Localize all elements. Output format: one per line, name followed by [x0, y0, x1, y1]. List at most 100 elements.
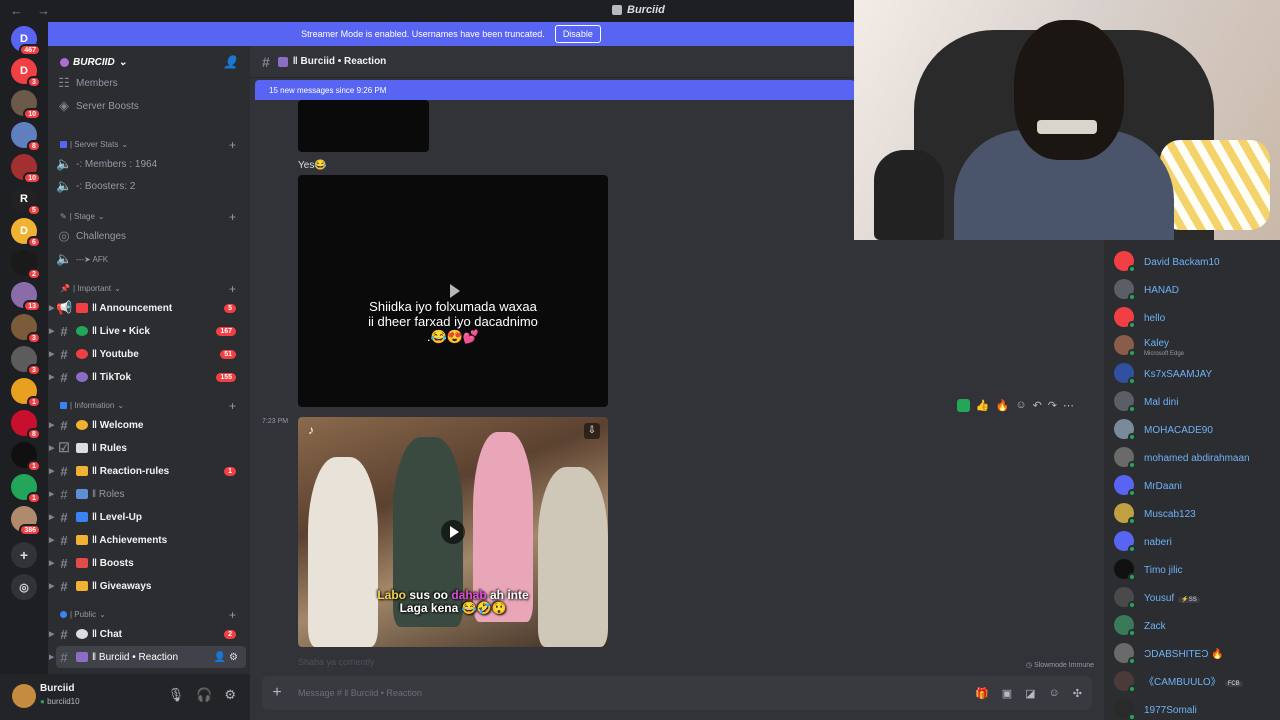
server-icon[interactable]: 8	[11, 122, 41, 152]
message-actions: 👍 🔥 ☺ ↶ ↷ ⋯	[956, 399, 1074, 412]
channel-tiktok[interactable]: ▶ # ‖ TikTok 155	[49, 366, 246, 388]
server-icon[interactable]: 1	[11, 442, 41, 472]
channel-members-count[interactable]: 🔈 -: Members : 1964	[56, 153, 246, 175]
attach-plus-icon[interactable]: +	[262, 684, 292, 702]
server-icon[interactable]: 13	[11, 282, 41, 312]
settings-gear-icon[interactable]: ⚙	[224, 687, 236, 703]
gif-icon[interactable]: ▣	[1002, 687, 1012, 700]
server-icon[interactable]: R5	[11, 186, 41, 216]
channel-level-up[interactable]: ▶ # ‖ Level-Up	[49, 506, 246, 528]
server-icon[interactable]: 1	[11, 474, 41, 504]
server-icon[interactable]: D 467	[11, 26, 41, 56]
members-item[interactable]: ☷ Members	[56, 72, 246, 94]
discover-icon[interactable]: ◎	[11, 574, 37, 600]
add-server-icon[interactable]: +	[11, 542, 37, 568]
headphones-icon[interactable]: 🎧	[196, 687, 212, 703]
channel-boosters[interactable]: 🔈 -: Boosters: 2	[56, 175, 246, 197]
member-item[interactable]: Zack	[1114, 614, 1278, 637]
thumbs-up-icon[interactable]: 👍	[976, 399, 990, 412]
add-member-icon[interactable]: 👤	[223, 55, 238, 69]
category-public[interactable]: | Public ⌄ +	[60, 608, 246, 622]
channel-welcome[interactable]: ▶ # ‖ Welcome	[49, 414, 246, 436]
channel-roles[interactable]: ▶ # ‖ Roles	[49, 483, 246, 505]
channel-reaction-rules[interactable]: ▶ # ‖ Reaction-rules 1	[49, 460, 246, 482]
fire-icon[interactable]: 🔥	[996, 399, 1010, 412]
member-item[interactable]: Yousuf ⚡SS	[1114, 586, 1278, 609]
message-input[interactable]: Message # ‖ Burciid • Reaction	[298, 688, 422, 698]
server-icon[interactable]: 386	[11, 506, 41, 536]
channel-announcement[interactable]: ▶ 📢 ‖ Announcement 5	[49, 297, 246, 319]
channel-live-kick[interactable]: ▶ # ‖ Live • Kick 167	[49, 320, 246, 342]
sticker-icon[interactable]: ◪	[1025, 687, 1035, 700]
member-item[interactable]: mohamed abdirahmaan	[1114, 446, 1278, 469]
avatar	[1114, 587, 1136, 609]
category-information[interactable]: | Information ⌄ +	[60, 399, 246, 413]
channel-giveaways[interactable]: ▶ # ‖ Giveaways	[49, 575, 246, 597]
channel-burciid-reaction[interactable]: ▶ # ‖ Burciid • Reaction 👤 ⚙	[49, 646, 246, 668]
disable-button[interactable]: Disable	[554, 25, 601, 43]
forward-arrow-icon[interactable]: →	[37, 3, 50, 18]
channel-youtube[interactable]: ▶ # ‖ Youtube 51	[49, 343, 246, 365]
member-item[interactable]: ƆDABSHITEƆ 🔥	[1114, 642, 1278, 665]
apps-icon[interactable]: ✣	[1073, 687, 1082, 700]
member-item[interactable]: MrDaani	[1114, 474, 1278, 497]
add-channel-icon[interactable]: +	[229, 608, 236, 622]
avatar[interactable]	[12, 684, 36, 708]
channel-boosts[interactable]: ▶ # ‖ Boosts	[49, 552, 246, 574]
member-item[interactable]: hello	[1114, 306, 1278, 329]
new-messages-bar[interactable]: 15 new messages since 9:26 PM	[255, 80, 855, 100]
member-item[interactable]: 《CAMBUULO》 FCB	[1114, 670, 1278, 693]
play-icon[interactable]	[450, 284, 460, 298]
add-channel-icon[interactable]: +	[229, 138, 236, 152]
server-icon[interactable]: 10	[11, 90, 41, 120]
member-item[interactable]: Muscab123	[1114, 502, 1278, 525]
add-channel-icon[interactable]: +	[229, 210, 236, 224]
gift-icon[interactable]: 🎁	[975, 687, 989, 700]
member-item[interactable]: naberi	[1114, 530, 1278, 553]
server-icon[interactable]: 3	[11, 346, 41, 376]
channel-challenges[interactable]: ◎ Challenges	[56, 225, 246, 247]
member-item[interactable]: Mal dini	[1114, 390, 1278, 413]
member-text: HANAD	[1144, 280, 1179, 298]
add-reaction-icon[interactable]: ☺	[1015, 399, 1026, 412]
more-icon[interactable]: ⋯	[1063, 399, 1074, 412]
member-item[interactable]: HANAD	[1114, 278, 1278, 301]
back-arrow-icon[interactable]: ←	[10, 3, 23, 18]
member-item[interactable]: Kaley Microsoft Edge	[1114, 334, 1278, 357]
online-status-icon	[1128, 377, 1136, 385]
channel-settings-icons[interactable]: 👤 ⚙	[214, 652, 238, 663]
channel-chat[interactable]: ▶ # ‖ Chat 2	[49, 623, 246, 645]
add-channel-icon[interactable]: +	[229, 282, 236, 296]
channel-afk[interactable]: 🔈 ---➤ AFK	[56, 248, 246, 270]
member-item[interactable]: Timo jilic	[1114, 558, 1278, 581]
server-icon[interactable]: 2	[11, 250, 41, 280]
reply-icon[interactable]: ↶	[1033, 399, 1042, 412]
category-stage[interactable]: ✎ | Stage ⌄ +	[60, 210, 246, 224]
member-item[interactable]: 1977Somali	[1114, 698, 1278, 720]
channel-achievements[interactable]: ▶ # ‖ Achievements	[49, 529, 246, 551]
forward-icon[interactable]: ↷	[1048, 399, 1057, 412]
server-icon[interactable]: D6	[11, 218, 41, 248]
category-important[interactable]: 📌 | Important ⌄ +	[60, 282, 246, 296]
server-icon[interactable]: 3	[11, 314, 41, 344]
media-attachment[interactable]	[298, 100, 429, 152]
emoji-icon[interactable]: ☺	[1049, 687, 1060, 700]
play-button[interactable]	[441, 520, 465, 544]
server-icon[interactable]: 10	[11, 154, 41, 184]
download-icon[interactable]: ⇩	[584, 423, 600, 439]
check-reaction-icon[interactable]	[956, 399, 970, 412]
microphone-icon[interactable]: 🎙	[168, 687, 185, 703]
category-server-stats[interactable]: | Server Stats ⌄ +	[60, 138, 246, 152]
video-attachment-2[interactable]: ♪ ⇩ Labo sus oo dahab ah inte Laga kena …	[298, 417, 608, 647]
server-icon[interactable]: 8	[11, 410, 41, 440]
server-icon[interactable]: D3	[11, 58, 41, 88]
video-attachment-1[interactable]: Shiidka iyo folxumada waxaa ii dheer far…	[298, 175, 608, 407]
channel-rules[interactable]: ▶ ☑ ‖ Rules	[49, 437, 246, 459]
server-boosts-item[interactable]: ◈ Server Boosts	[56, 95, 246, 117]
member-item[interactable]: MOHACADE90	[1114, 418, 1278, 441]
member-activity: Microsoft Edge	[1144, 351, 1185, 357]
add-channel-icon[interactable]: +	[229, 399, 236, 413]
member-item[interactable]: David Backam10	[1114, 250, 1278, 273]
member-item[interactable]: Ks7xSAAMJAY	[1114, 362, 1278, 385]
server-icon[interactable]: 1	[11, 378, 41, 408]
